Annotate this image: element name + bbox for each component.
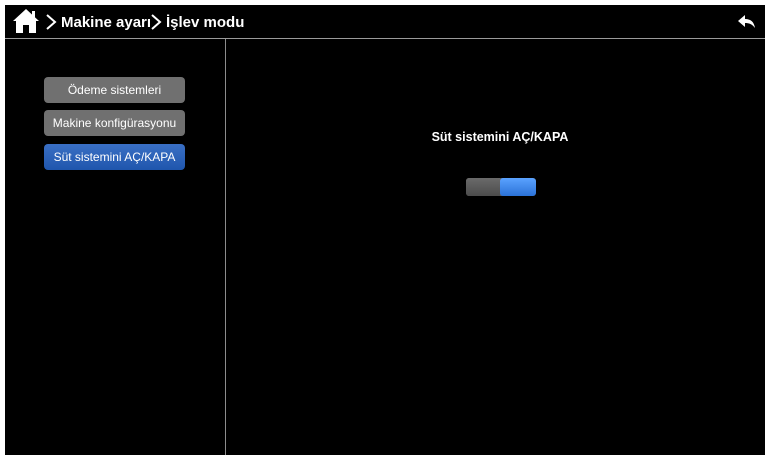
breadcrumb-item-machine-settings[interactable]: Makine ayarı — [45, 5, 151, 39]
setting-title: Süt sistemini AÇ/KAPA — [431, 130, 569, 144]
sidebar-item-payment-systems[interactable]: Ödeme sistemleri — [44, 77, 185, 103]
milk-system-toggle-switch[interactable] — [466, 178, 536, 196]
sidebar-item-milk-system-toggle[interactable]: Süt sistemini AÇ/KAPA — [44, 144, 185, 170]
breadcrumb-label: İşlev modu — [166, 13, 245, 31]
toggle-off-segment — [466, 178, 500, 196]
sidebar-item-label: Süt sistemini AÇ/KAPA — [53, 150, 176, 164]
panel-divider — [225, 39, 226, 455]
toggle-on-segment — [500, 178, 536, 196]
home-button[interactable] — [11, 7, 41, 35]
breadcrumb-item-function-mode: İşlev modu — [150, 5, 244, 39]
chevron-right-icon — [46, 14, 57, 30]
breadcrumb-label: Makine ayarı — [61, 13, 152, 31]
sidebar-item-label: Ödeme sistemleri — [67, 83, 162, 97]
back-arrow-icon — [738, 15, 755, 28]
home-icon — [13, 9, 39, 33]
chevron-right-icon — [151, 14, 162, 30]
header-bar: Makine ayarı İşlev modu — [5, 5, 765, 39]
screen: Makine ayarı İşlev modu Ödeme sistemleri… — [5, 5, 765, 455]
back-button[interactable] — [737, 13, 757, 31]
sidebar-item-label: Makine konfigürasyonu — [52, 116, 177, 130]
sidebar-item-machine-configuration[interactable]: Makine konfigürasyonu — [44, 110, 185, 136]
